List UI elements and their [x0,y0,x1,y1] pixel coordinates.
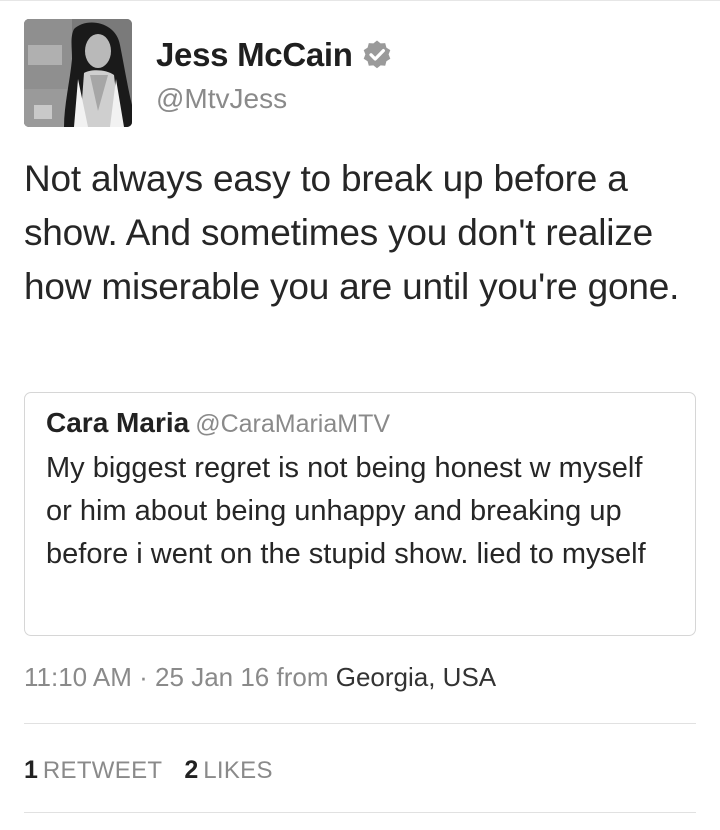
author-name-row: Jess McCain [156,33,393,77]
avatar-photo [24,19,132,127]
tweet-stats: 1 RETWEET 2 LIKES [24,756,273,785]
retweets-label: RETWEET [42,757,163,784]
from-label: from [276,662,329,692]
tweet-header: Jess McCain @MtvJess [24,19,696,129]
author-display-name[interactable]: Jess McCain [156,36,353,74]
quoted-tweet-card[interactable]: Cara Maria @CaraMariaMTV My biggest regre… [24,392,696,636]
quoted-author-handle: @CaraMariaMTV [195,410,391,438]
verified-badge-icon [361,39,393,71]
likes-count: 2 [184,756,199,784]
quoted-tweet-text: My biggest regret is not being honest w … [46,452,646,570]
tweet-time: 11:10 AM [24,662,132,692]
quoted-tweet-header: Cara Maria @CaraMariaMTV [46,407,390,439]
meta-divider [24,723,696,724]
tweet-location[interactable]: Georgia, USA [336,662,496,692]
likes-stat[interactable]: 2 LIKES [184,756,273,784]
retweets-count: 1 [24,756,38,784]
tweet-meta: 11:10 AM · 25 Jan 16 from Georgia, USA [24,662,496,693]
tweet-date: 25 Jan 16 [155,662,270,692]
stats-divider [24,812,696,813]
meta-separator: · [131,662,156,692]
retweets-stat[interactable]: 1 RETWEET [24,756,163,784]
likes-label: LIKES [203,757,273,784]
quoted-author-name: Cara Maria [46,407,190,438]
author-handle[interactable]: @MtvJess [156,83,287,115]
tweet-text: Not always easy to break up before a sho… [24,158,680,307]
avatar[interactable] [24,19,132,127]
top-divider [0,0,720,1]
